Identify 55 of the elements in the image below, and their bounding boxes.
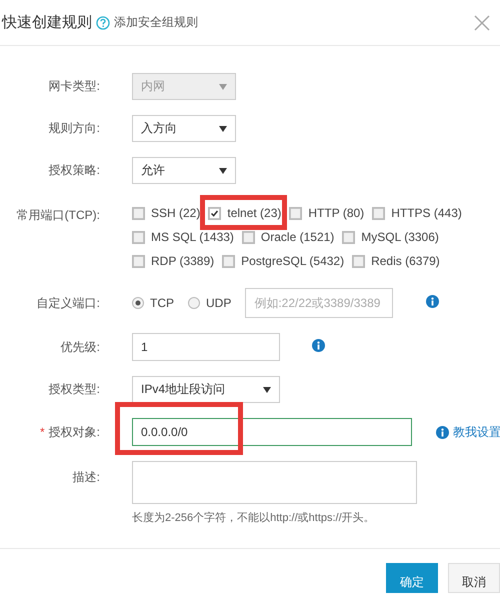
caret-icon — [219, 168, 227, 174]
caret-icon — [219, 84, 227, 90]
checkbox-label: HTTPS (443) — [391, 206, 462, 220]
select-field[interactable]: IPv4地址段访问 — [132, 376, 280, 403]
checkbox-label: HTTP (80) — [308, 206, 364, 220]
checkbox[interactable] — [132, 254, 145, 268]
field-label: 授权策略: — [48, 162, 100, 179]
field-label: 描述: — [72, 469, 100, 486]
checkbox-label: PostgreSQL (5432) — [241, 254, 344, 268]
checkbox[interactable] — [352, 254, 366, 268]
checkbox[interactable] — [289, 206, 302, 220]
required-mark: * — [40, 424, 45, 438]
hint-text: 长度为2-256个字符，不能以http://或https://开头。 — [132, 510, 376, 525]
checkbox[interactable] — [222, 254, 236, 268]
checkbox[interactable] — [372, 206, 386, 220]
info-icon — [436, 426, 449, 438]
info-icon[interactable] — [426, 295, 440, 311]
checkbox-label: telnet (23) — [227, 206, 282, 220]
field-label: 自定义端口: — [36, 294, 100, 312]
checkbox[interactable] — [132, 206, 145, 220]
help-icon[interactable] — [96, 16, 110, 30]
field-label: 常用端口(TCP): — [16, 207, 100, 224]
select-field[interactable]: 入方向 — [132, 115, 236, 142]
checkbox-label: RDP (3389) — [151, 254, 214, 268]
field-label: 优先级: — [60, 338, 100, 356]
checkbox-label: MS SQL (1433) — [151, 230, 234, 244]
field-label: 授权对象: — [48, 424, 100, 438]
checkbox[interactable] — [242, 230, 255, 244]
description-input[interactable] — [132, 461, 417, 504]
help-link[interactable]: 添加安全组规则 — [114, 14, 198, 31]
field-label: 授权类型: — [48, 381, 100, 398]
checkbox[interactable] — [208, 206, 222, 220]
confirm-button[interactable]: 确定 — [386, 563, 438, 593]
field-label: 规则方向: — [48, 120, 100, 137]
field-label: 网卡类型: — [48, 78, 100, 95]
text-input[interactable]: 0.0.0.0/0 — [132, 418, 412, 446]
port-input[interactable]: 例如:22/22或3389/3389 — [245, 288, 394, 318]
dialog-title: 快速创建规则 — [2, 13, 92, 32]
checkbox-label: SSH (22) — [151, 206, 200, 220]
select-field[interactable]: 允许 — [132, 157, 236, 184]
cancel-button[interactable]: 取消 — [448, 563, 500, 593]
caret-icon — [263, 386, 271, 392]
checkbox[interactable] — [132, 230, 145, 244]
checkbox-label: Redis (6379) — [371, 254, 440, 268]
checkbox-label: Oracle (1521) — [260, 230, 334, 244]
radio-button[interactable] — [188, 297, 200, 309]
checkbox[interactable] — [342, 230, 356, 244]
radio-label: UDP — [206, 296, 232, 310]
close-icon[interactable] — [474, 14, 490, 30]
text-input[interactable]: 1 — [132, 333, 280, 361]
caret-icon — [219, 126, 227, 132]
radio-label: TCP — [150, 296, 174, 310]
info-icon[interactable] — [312, 339, 325, 355]
radio-button[interactable] — [132, 297, 144, 309]
checkbox-label: MySQL (3306) — [361, 230, 439, 244]
